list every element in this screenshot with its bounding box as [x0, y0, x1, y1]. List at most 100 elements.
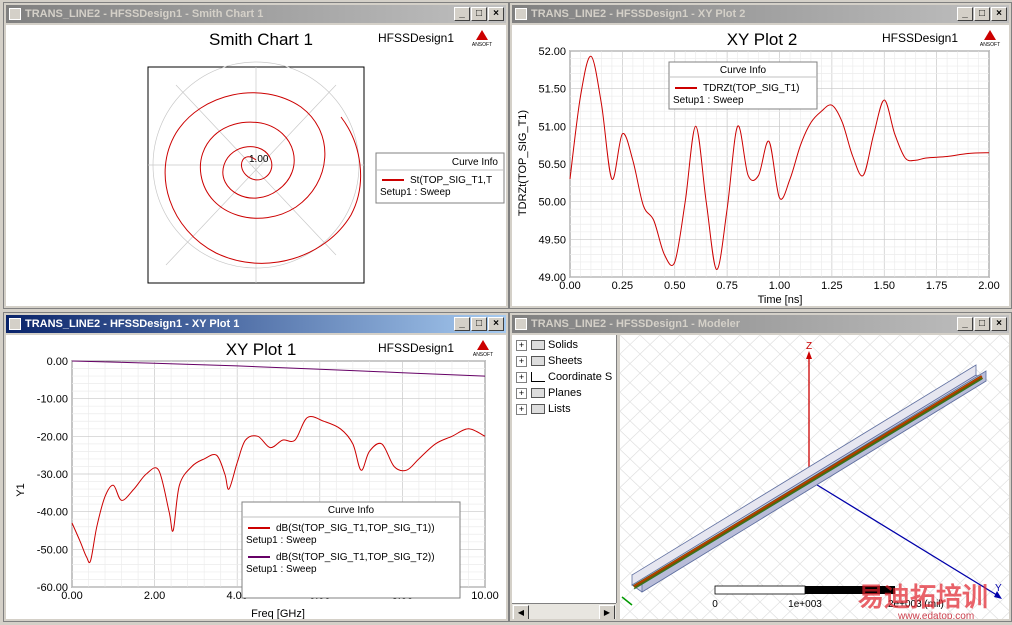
close-button[interactable]: ×	[488, 317, 504, 331]
modeler-3d-view[interactable]: Z Y 0 1e+003 2e+003 (mil) 易迪拓培训 www.edat…	[620, 335, 1009, 619]
sheets-icon	[531, 356, 545, 367]
ansoft-logo: ANSOFT	[980, 30, 1000, 48]
minimize-button[interactable]: _	[957, 7, 973, 21]
modeler-window[interactable]: TRANS_LINE2 - HFSSDesign1 - Modeler _ □ × …	[509, 312, 1012, 622]
ansoft-logo: ANSOFT	[473, 340, 493, 358]
x-tick-label: 1.00	[769, 280, 790, 292]
scale-label: 1e+003	[788, 599, 822, 610]
minimize-button[interactable]: _	[957, 317, 973, 331]
expand-icon[interactable]: +	[516, 387, 527, 399]
xy-plot-2-area[interactable]: XY Plot 2 HFSSDesign1 ANSOFT 0.00 0.25 0.5…	[512, 25, 1009, 306]
tree-item-planes[interactable]: + Planes	[516, 385, 582, 401]
tree-item-label: Lists	[548, 403, 571, 415]
watermark-url: www.edatop.com	[897, 611, 974, 619]
x-tick-label: 2.00	[144, 590, 165, 602]
window-title: TRANS_LINE2 - HFSSDesign1 - XY Plot 2	[531, 8, 746, 20]
tree-item-label: Solids	[548, 339, 578, 351]
legend-title: Curve Info	[328, 505, 375, 516]
y-tick-label: 51.50	[538, 84, 566, 96]
legend-title: Curve Info	[720, 65, 767, 76]
expand-icon[interactable]: +	[516, 371, 527, 383]
modeler-titlebar[interactable]: TRANS_LINE2 - HFSSDesign1 - Modeler _ □ ×	[512, 315, 1009, 333]
maximize-button[interactable]: □	[471, 7, 487, 21]
xy2-legend[interactable]: Curve Info TDRZt(TOP_SIG_T1) Setup1 : Sw…	[668, 61, 818, 110]
scroll-left-arrow[interactable]: ◀	[513, 605, 529, 619]
window-icon	[9, 318, 21, 330]
minimize-button[interactable]: _	[454, 317, 470, 331]
xy1-legend[interactable]: Curve Info dB(St(TOP_SIG_T1,TOP_SIG_T1))…	[241, 501, 461, 599]
chart-title: XY Plot 2	[727, 30, 798, 49]
x-tick-label: 10.00	[471, 590, 499, 602]
tree-item-label: Sheets	[548, 355, 583, 367]
smith-chart-window[interactable]: TRANS_LINE2 - HFSSDesign1 - Smith Chart …	[3, 2, 509, 309]
maximize-button[interactable]: □	[471, 317, 487, 331]
close-button[interactable]: ×	[488, 7, 504, 21]
design-name: HFSSDesign1	[882, 31, 958, 45]
tree-item-solids[interactable]: + Solids	[516, 337, 578, 353]
y-tick-label: -60.00	[37, 582, 68, 594]
maximize-button[interactable]: □	[974, 7, 990, 21]
tree-item-label: Planes	[548, 387, 582, 399]
y-tick-label: 49.00	[538, 272, 566, 284]
minimize-button[interactable]: _	[454, 7, 470, 21]
expand-icon[interactable]: +	[516, 403, 527, 415]
legend-curve-name: TDRZt(TOP_SIG_T1)	[703, 83, 800, 94]
window-icon	[9, 8, 21, 20]
maximize-button[interactable]: □	[974, 317, 990, 331]
smith-legend[interactable]: Curve Info St(TOP_SIG_T1,T Setup1 : Swee…	[375, 152, 505, 204]
ansoft-logo: ANSOFT	[472, 30, 492, 48]
tree-item-lists[interactable]: + Lists	[516, 401, 571, 417]
scroll-right-arrow[interactable]: ▶	[599, 605, 615, 619]
smith-chart-area[interactable]: Smith Chart 1 HFSSDesign1 ANSOFT 1.00 Cu…	[6, 25, 506, 306]
scale-label: 0	[712, 599, 718, 610]
close-button[interactable]: ×	[991, 317, 1007, 331]
model-tree[interactable]: + Solids + Sheets + Coordinate S + Planes + L…	[512, 335, 617, 603]
y-axis-label: TDRZt(TOP_SIG_T1)	[517, 110, 529, 216]
y-tick-label: 49.50	[538, 234, 566, 246]
xy-plot-1-titlebar[interactable]: TRANS_LINE2 - HFSSDesign1 - XY Plot 1 _ □…	[6, 315, 506, 333]
y-tick-label: -10.00	[37, 394, 68, 406]
tree-scrollbar[interactable]: ◀ ▶	[512, 603, 616, 619]
x-axis-label: Freq [GHz]	[251, 608, 305, 619]
xy-plot-2-titlebar[interactable]: TRANS_LINE2 - HFSSDesign1 - XY Plot 2 _ □…	[512, 5, 1009, 23]
watermark: 易迪拓培训 www.edatop.com	[858, 582, 988, 619]
expand-icon[interactable]: +	[516, 355, 527, 367]
y-tick-label: -20.00	[37, 431, 68, 443]
x-tick-label: 1.75	[926, 280, 947, 292]
modeler-content[interactable]: + Solids + Sheets + Coordinate S + Planes + L…	[512, 335, 1009, 619]
y-tick-label: -30.00	[37, 469, 68, 481]
x-tick-label: 1.25	[821, 280, 842, 292]
expand-icon[interactable]: +	[516, 339, 527, 351]
axis-y-label: Y	[995, 583, 1002, 594]
xy-plot-1-area[interactable]: XY Plot 1 HFSSDesign1 ANSOFT 0.00 2.00 4.0…	[6, 335, 506, 619]
y-tick-label: 0.00	[47, 356, 68, 368]
solids-icon	[531, 340, 545, 351]
axis-z: Z	[806, 341, 812, 480]
window-title: TRANS_LINE2 - HFSSDesign1 - Modeler	[531, 318, 741, 330]
xy-plot-1-window[interactable]: TRANS_LINE2 - HFSSDesign1 - XY Plot 1 _ □…	[3, 312, 509, 622]
close-button[interactable]: ×	[991, 7, 1007, 21]
x-tick-label: 0.75	[716, 280, 737, 292]
y-tick-label: 50.50	[538, 159, 566, 171]
design-name: HFSSDesign1	[378, 31, 454, 45]
legend-curve-name: dB(St(TOP_SIG_T1,TOP_SIG_T2))	[276, 552, 435, 563]
x-tick-label: 0.50	[664, 280, 685, 292]
window-title: TRANS_LINE2 - HFSSDesign1 - XY Plot 1	[25, 318, 240, 330]
chart-title: Smith Chart 1	[209, 30, 313, 49]
tree-item-sheets[interactable]: + Sheets	[516, 353, 582, 369]
legend-curve-setup: Setup1 : Sweep	[380, 187, 451, 198]
xy-plot-2-window[interactable]: TRANS_LINE2 - HFSSDesign1 - XY Plot 2 _ □…	[509, 2, 1012, 309]
legend-curve-setup: Setup1 : Sweep	[673, 95, 744, 106]
logo-text: ANSOFT	[473, 352, 493, 358]
y-tick-label: -50.00	[37, 544, 68, 556]
legend-curve-name: St(TOP_SIG_T1,T	[410, 175, 492, 186]
y-tick-label: 51.00	[538, 121, 566, 133]
window-title: TRANS_LINE2 - HFSSDesign1 - Smith Chart …	[25, 8, 264, 20]
smith-chart-titlebar[interactable]: TRANS_LINE2 - HFSSDesign1 - Smith Chart …	[6, 5, 506, 23]
legend-title: Curve Info	[452, 157, 499, 168]
legend-curve-name: dB(St(TOP_SIG_T1,TOP_SIG_T1))	[276, 523, 435, 534]
logo-text: ANSOFT	[472, 42, 492, 48]
logo-text: ANSOFT	[980, 42, 1000, 48]
tree-item-coordinate-systems[interactable]: + Coordinate S	[516, 369, 612, 385]
x-tick-label: 2.00	[978, 280, 999, 292]
